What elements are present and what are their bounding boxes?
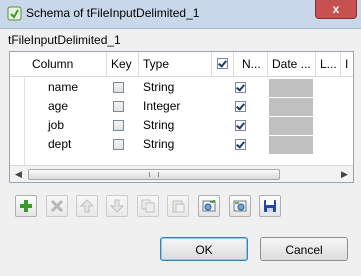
nullable-checkbox[interactable] (235, 139, 246, 150)
date-pattern-cell (269, 98, 313, 116)
table-row[interactable]: dept String (10, 135, 353, 154)
nullable-checkbox[interactable] (235, 101, 246, 112)
move-up-icon (80, 199, 94, 213)
component-name-label: tFileInputDelimited_1 (8, 33, 121, 47)
table-row[interactable]: name String (10, 78, 353, 97)
move-down-icon (110, 199, 124, 213)
save-icon (264, 200, 276, 212)
column-header-type[interactable]: Type (139, 52, 212, 76)
date-pattern-cell (269, 136, 313, 154)
column-header-date-pattern[interactable]: Date ... (268, 52, 316, 76)
import-schema-icon (202, 200, 216, 212)
move-down-button[interactable] (106, 195, 128, 217)
scroll-left-icon[interactable]: ◀ (11, 167, 26, 182)
scrollbar-thumb[interactable] (28, 169, 280, 180)
column-name-cell[interactable]: age (44, 97, 106, 116)
key-checkbox[interactable] (113, 120, 124, 131)
close-icon: x (332, 2, 340, 16)
import-schema-button[interactable] (198, 195, 220, 217)
export-schema-icon (233, 200, 247, 212)
export-schema-button[interactable] (229, 195, 251, 217)
copy-icon (141, 199, 155, 213)
type-cell[interactable]: String (139, 135, 212, 154)
add-icon (20, 200, 32, 212)
horizontal-scrollbar[interactable]: ◀ ▶ (10, 165, 353, 182)
type-cell[interactable]: Integer (139, 97, 212, 116)
date-pattern-cell (269, 79, 313, 97)
select-all-nullable-checkbox[interactable] (217, 58, 228, 69)
column-header-column[interactable]: Column (24, 52, 107, 76)
column-name-cell[interactable]: dept (44, 135, 106, 154)
window-title: Schema of tFileInputDelimited_1 (26, 6, 200, 20)
date-pattern-cell (269, 117, 313, 135)
key-checkbox[interactable] (113, 101, 124, 112)
column-header-precision[interactable]: I (341, 52, 353, 76)
copy-button[interactable] (137, 195, 159, 217)
column-header-nullable-toggle[interactable] (212, 52, 234, 76)
delete-icon (50, 199, 64, 213)
schema-table[interactable]: Column Key Type N... Date ... L... I nam… (9, 51, 354, 183)
column-header-nullable[interactable]: N... (234, 52, 268, 76)
column-name-cell[interactable]: job (44, 116, 106, 135)
column-header-length[interactable]: L... (316, 52, 341, 76)
nullable-checkbox[interactable] (235, 120, 246, 131)
add-column-button[interactable] (15, 195, 37, 217)
talend-app-icon (7, 6, 22, 21)
nullable-checkbox[interactable] (235, 82, 246, 93)
paste-button[interactable] (167, 195, 189, 217)
paste-icon (172, 200, 185, 213)
ok-button[interactable]: OK (160, 237, 248, 261)
scrollbar-grip-icon (149, 172, 159, 177)
type-cell[interactable]: String (139, 78, 212, 97)
close-button[interactable]: x (315, 0, 357, 19)
type-cell[interactable]: String (139, 116, 212, 135)
delete-column-button[interactable] (46, 195, 68, 217)
table-row[interactable]: job String (10, 116, 353, 135)
scroll-right-icon[interactable]: ▶ (337, 167, 352, 182)
key-checkbox[interactable] (113, 82, 124, 93)
key-checkbox[interactable] (113, 139, 124, 150)
table-row[interactable]: age Integer (10, 97, 353, 116)
table-header: Column Key Type N... Date ... L... I (10, 52, 353, 77)
column-header-key[interactable]: Key (107, 52, 139, 76)
save-schema-button[interactable] (259, 195, 281, 217)
column-name-cell[interactable]: name (44, 78, 106, 97)
cancel-button[interactable]: Cancel (260, 237, 348, 261)
move-up-button[interactable] (76, 195, 98, 217)
title-bar: Schema of tFileInputDelimited_1 x (0, 0, 361, 29)
